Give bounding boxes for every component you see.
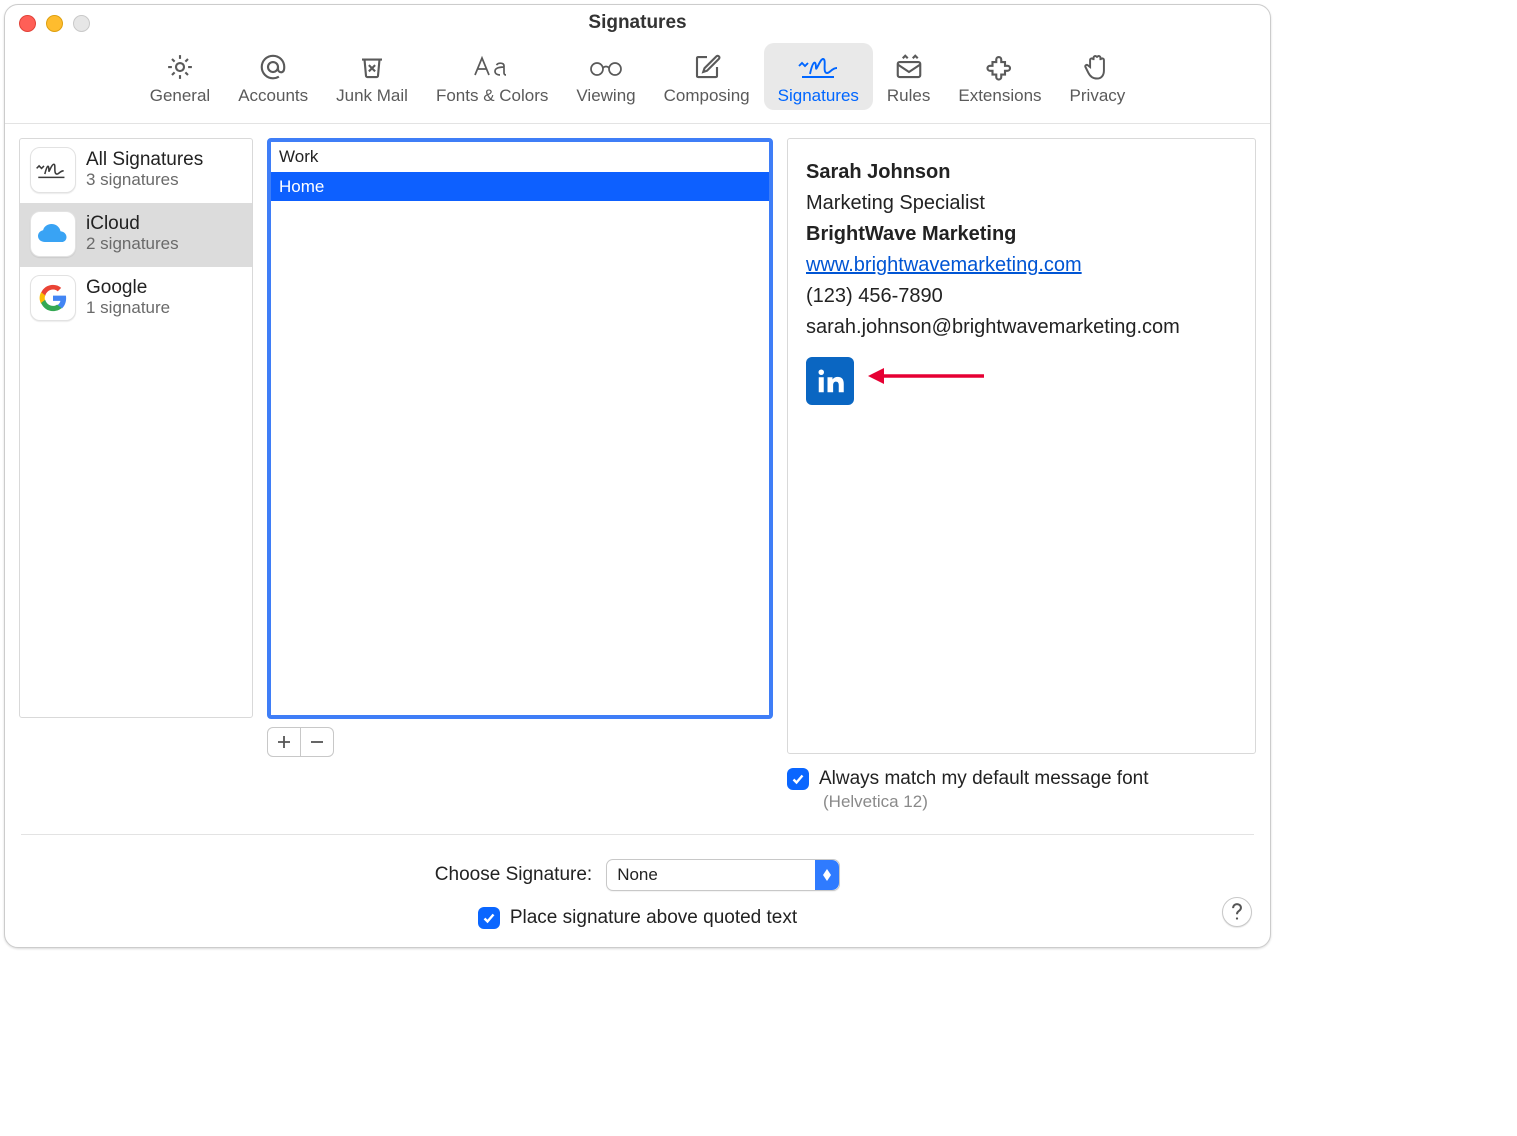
trash-icon xyxy=(357,51,387,83)
google-icon xyxy=(30,275,76,321)
tab-label: Signatures xyxy=(778,86,859,106)
tab-signatures[interactable]: Signatures xyxy=(764,43,873,110)
choose-signature-label: Choose Signature: xyxy=(435,864,592,886)
select-stepper-icon xyxy=(815,860,839,890)
account-row-all[interactable]: All Signatures 3 signatures xyxy=(20,139,252,203)
prefs-toolbar: General Accounts Junk Mail xyxy=(5,41,1270,123)
choose-signature-row: Choose Signature: None xyxy=(435,859,840,891)
tab-fonts-colors[interactable]: Fonts & Colors xyxy=(422,43,562,110)
signature-row-work[interactable]: Work xyxy=(271,142,769,172)
glasses-icon xyxy=(586,51,626,83)
compose-icon xyxy=(692,51,722,83)
add-remove-bar xyxy=(267,727,773,757)
match-font-option[interactable]: Always match my default message font xyxy=(787,768,1256,790)
tab-accounts[interactable]: Accounts xyxy=(224,43,322,110)
match-font-label: Always match my default message font xyxy=(819,768,1148,790)
tab-label: Extensions xyxy=(958,86,1041,106)
preview-company: BrightWave Marketing xyxy=(806,219,1237,250)
close-window-button[interactable] xyxy=(19,15,36,32)
tab-label: Privacy xyxy=(1070,86,1126,106)
hand-icon xyxy=(1083,51,1111,83)
preview-url[interactable]: www.brightwavemarketing.com xyxy=(806,254,1082,276)
account-subtitle: 3 signatures xyxy=(86,171,203,190)
icloud-icon xyxy=(30,211,76,257)
all-signatures-icon xyxy=(30,147,76,193)
tab-label: Composing xyxy=(664,86,750,106)
tab-extensions[interactable]: Extensions xyxy=(944,43,1055,110)
window-controls xyxy=(19,15,90,32)
puzzle-icon xyxy=(985,51,1015,83)
tab-rules[interactable]: Rules xyxy=(873,43,944,110)
choose-signature-value: None xyxy=(617,865,658,885)
choose-signature-select[interactable]: None xyxy=(606,859,840,891)
signatures-window: Signatures General Accounts xyxy=(4,4,1271,948)
gear-icon xyxy=(165,51,195,83)
tab-label: General xyxy=(150,86,210,106)
preview-column: Sarah Johnson Marketing Specialist Brigh… xyxy=(787,138,1256,812)
signature-icon xyxy=(796,51,840,83)
tab-label: Accounts xyxy=(238,86,308,106)
rules-icon xyxy=(894,51,924,83)
titlebar: Signatures xyxy=(5,5,1270,41)
preview-email: sarah.johnson@brightwavemarketing.com xyxy=(806,312,1237,343)
account-subtitle: 2 signatures xyxy=(86,235,179,254)
fonts-icon xyxy=(472,51,512,83)
tab-junk-mail[interactable]: Junk Mail xyxy=(322,43,422,110)
account-name: iCloud xyxy=(86,214,179,235)
tab-viewing[interactable]: Viewing xyxy=(562,43,649,110)
help-button[interactable] xyxy=(1222,897,1252,927)
signature-preview[interactable]: Sarah Johnson Marketing Specialist Brigh… xyxy=(787,138,1256,754)
account-row-google[interactable]: Google 1 signature xyxy=(20,267,252,331)
tab-label: Rules xyxy=(887,86,930,106)
tab-label: Viewing xyxy=(576,86,635,106)
tab-general[interactable]: General xyxy=(136,43,224,110)
window-title: Signatures xyxy=(5,12,1270,34)
account-name: All Signatures xyxy=(86,150,203,171)
tab-privacy[interactable]: Privacy xyxy=(1056,43,1140,110)
tab-label: Junk Mail xyxy=(336,86,408,106)
tab-label: Fonts & Colors xyxy=(436,86,548,106)
preview-name: Sarah Johnson xyxy=(806,157,1237,188)
match-font-sublabel: (Helvetica 12) xyxy=(823,792,1256,812)
account-list: All Signatures 3 signatures iCloud 2 sig… xyxy=(19,138,253,718)
checkbox-checked-icon xyxy=(787,768,809,790)
remove-signature-button[interactable] xyxy=(301,727,334,757)
at-sign-icon xyxy=(258,51,288,83)
account-row-icloud[interactable]: iCloud 2 signatures xyxy=(20,203,252,267)
place-above-label: Place signature above quoted text xyxy=(510,907,797,929)
preview-role: Marketing Specialist xyxy=(806,188,1237,219)
account-name: Google xyxy=(86,278,170,299)
checkbox-checked-icon xyxy=(478,907,500,929)
preview-phone: (123) 456-7890 xyxy=(806,281,1237,312)
footer: Choose Signature: None Place signature a… xyxy=(21,834,1254,929)
place-above-option[interactable]: Place signature above quoted text xyxy=(478,907,797,929)
signature-list[interactable]: Work Home xyxy=(267,138,773,719)
signature-list-column: Work Home xyxy=(267,138,773,812)
annotation-arrow xyxy=(866,361,986,391)
add-signature-button[interactable] xyxy=(267,727,301,757)
account-subtitle: 1 signature xyxy=(86,299,170,318)
tab-composing[interactable]: Composing xyxy=(650,43,764,110)
signature-row-home[interactable]: Home xyxy=(271,172,769,202)
minimize-window-button[interactable] xyxy=(46,15,63,32)
linkedin-icon[interactable] xyxy=(806,357,854,405)
zoom-window-button[interactable] xyxy=(73,15,90,32)
content-area: All Signatures 3 signatures iCloud 2 sig… xyxy=(5,123,1270,826)
